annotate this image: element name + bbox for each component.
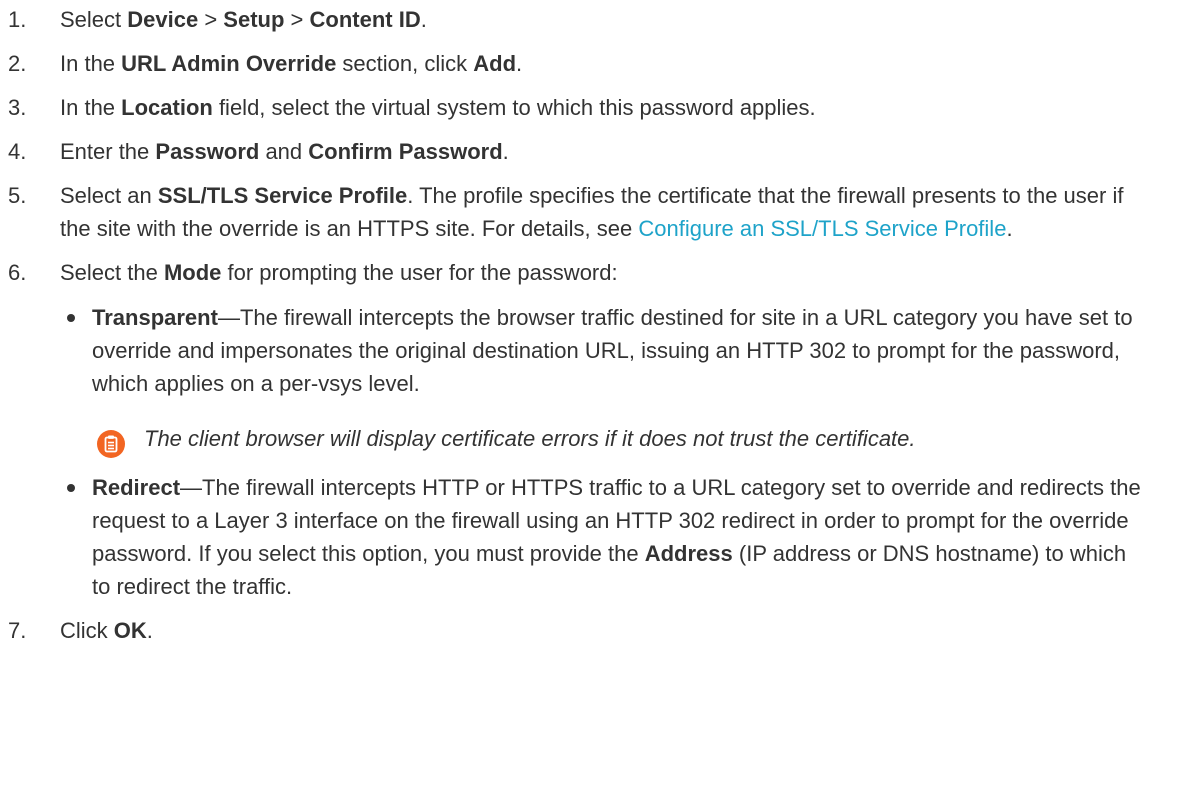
bullet-dot-icon: [67, 314, 75, 322]
action-add: Add: [473, 51, 517, 76]
step-number: 1.: [8, 7, 27, 32]
step-number: 6.: [8, 260, 27, 285]
section-url-admin-override: URL Admin Override: [121, 51, 337, 76]
step-1: 1. Select Device > Setup > Content ID.: [0, 3, 1148, 36]
note-text: The client browser will display certific…: [144, 426, 916, 451]
action-ok: OK: [113, 618, 147, 643]
field-address: Address: [644, 541, 733, 566]
step-number: 4.: [8, 139, 27, 164]
field-ssl-tls-service-profile: SSL/TLS Service Profile: [157, 183, 408, 208]
field-password: Password: [155, 139, 260, 164]
step-5: 5. Select an SSL/TLS Service Profile. The…: [0, 179, 1148, 245]
mode-option-transparent: Transparent—The firewall intercepts the …: [60, 301, 1148, 458]
clipboard-note-icon: [97, 430, 125, 458]
document-page: 1. Select Device > Setup > Content ID. 2.…: [0, 0, 1178, 802]
step-4: 4. Enter the Password and Confirm Passwor…: [0, 135, 1148, 168]
step-3: 3. In the Location field, select the virt…: [0, 91, 1148, 124]
menu-device: Device: [127, 7, 199, 32]
step-number: 5.: [8, 183, 27, 208]
menu-setup: Setup: [223, 7, 285, 32]
step-2: 2. In the URL Admin Override section, cli…: [0, 47, 1148, 80]
step-number: 2.: [8, 51, 27, 76]
step-7: 7. Click OK.: [0, 614, 1148, 647]
step-number: 7.: [8, 618, 27, 643]
mode-option-redirect: Redirect—The firewall intercepts HTTP or…: [60, 471, 1148, 603]
mode-transparent-label: Transparent: [92, 305, 218, 330]
step-6: 6. Select the Mode for prompting the user…: [0, 256, 1148, 603]
field-location: Location: [121, 95, 213, 120]
step-number: 3.: [8, 95, 27, 120]
bullet-dot-icon: [67, 484, 75, 492]
mode-redirect-label: Redirect: [92, 475, 181, 500]
menu-content-id: Content ID: [309, 7, 421, 32]
field-mode: Mode: [163, 260, 222, 285]
note-callout: The client browser will display certific…: [92, 422, 1148, 458]
configure-ssl-tls-profile-link[interactable]: Configure an SSL/TLS Service Profile: [638, 216, 1006, 241]
mode-options-list: Transparent—The firewall intercepts the …: [60, 301, 1148, 603]
field-confirm-password: Confirm Password: [308, 139, 503, 164]
